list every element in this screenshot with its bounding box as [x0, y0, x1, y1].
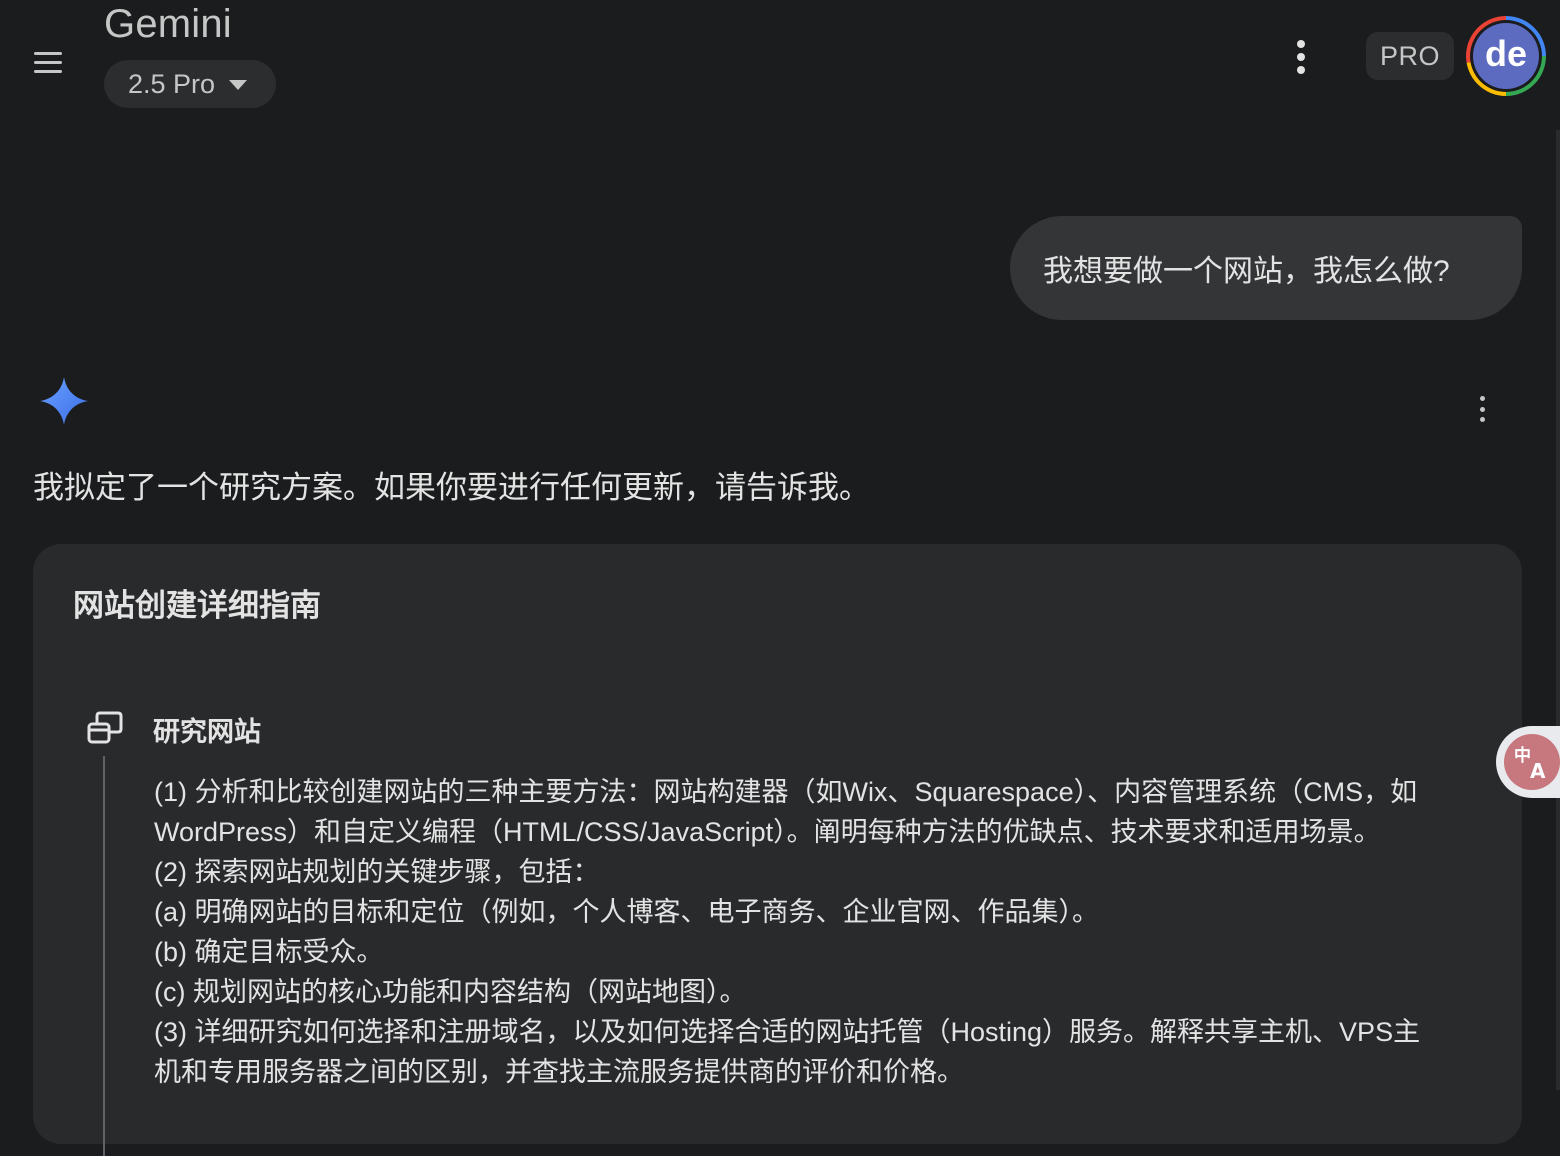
gemini-spark-icon: [40, 377, 88, 425]
step-timeline-divider: [103, 756, 105, 1156]
user-message-text: 我想要做一个网站，我怎么做?: [1043, 255, 1450, 288]
model-selector-button[interactable]: 2.5 Pro: [104, 60, 276, 108]
step-line: 机和专用服务器之间的区别，并查找主流服务提供商的评价和价格。: [154, 1057, 964, 1087]
account-avatar-button[interactable]: de: [1466, 16, 1546, 96]
response-intro-text: 我拟定了一个研究方案。如果你要进行任何更新，请告诉我。: [33, 470, 870, 505]
step-title: 研究网站: [153, 717, 261, 747]
translate-icon: 中 A: [1514, 745, 1546, 782]
top-app-bar: Gemini 2.5 Pro PRO de: [0, 0, 1560, 120]
step-description: (1) 分析和比较创建网站的三种主要方法：网站构建器（如Wix、Squaresp…: [154, 772, 1484, 1092]
more-options-icon[interactable]: [1288, 38, 1314, 76]
model-label: 2.5 Pro: [128, 68, 216, 99]
step-line: (a) 明确网站的目标和定位（例如，个人博客、电子商务、企业官网、作品集）。: [154, 897, 1099, 927]
svg-text:A: A: [1530, 759, 1546, 782]
app-title: Gemini: [104, 2, 232, 46]
step-line: (2) 探索网站规划的关键步骤，包括：: [154, 857, 600, 887]
step-line: WordPress）和自定义编程（HTML/CSS/JavaScript）。阐明…: [154, 817, 1381, 847]
hamburger-menu-icon[interactable]: [28, 46, 68, 78]
step-line: (b) 确定目标受众。: [154, 937, 384, 967]
research-plan-card: 网站创建详细指南 研究网站 (1) 分析和比较创建网站的三种主要方法：网站构建器…: [33, 544, 1522, 1156]
response-more-options-icon[interactable]: [1474, 396, 1490, 422]
avatar: de: [1473, 23, 1539, 89]
step-line: (c) 规划网站的核心功能和内容结构（网站地图）。: [154, 977, 747, 1007]
pro-badge[interactable]: PRO: [1366, 32, 1454, 80]
step-line: (1) 分析和比较创建网站的三种主要方法：网站构建器（如Wix、Squaresp…: [154, 777, 1418, 807]
svg-text:中: 中: [1514, 745, 1531, 766]
research-step-icon: [87, 711, 123, 744]
scrollbar-track[interactable]: [1556, 130, 1560, 1090]
translate-button[interactable]: 中 A: [1496, 726, 1560, 798]
dropdown-caret-icon: [229, 80, 248, 90]
step-line: (3) 详细研究如何选择和注册域名，以及如何选择合适的网站托管（Hosting）…: [154, 1017, 1421, 1047]
user-message-bubble: 我想要做一个网站，我怎么做?: [1010, 216, 1522, 320]
plan-title: 网站创建详细指南: [73, 588, 321, 623]
